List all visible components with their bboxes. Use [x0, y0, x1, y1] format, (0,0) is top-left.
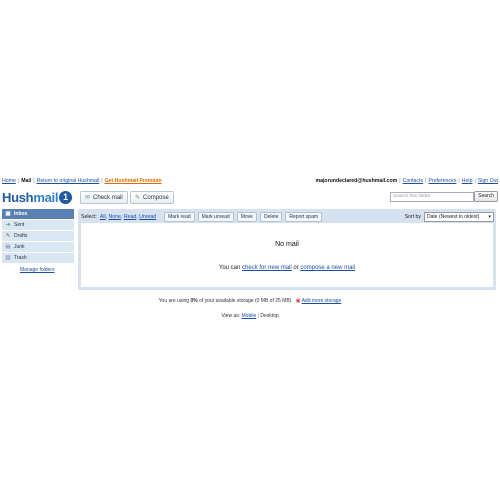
sidebar-item-label: Drafts — [14, 233, 28, 239]
envelope-icon: ✉ — [85, 195, 91, 201]
sidebar-item-drafts[interactable]: ✎ Drafts — [2, 231, 74, 242]
select-none-link[interactable]: None — [109, 214, 121, 220]
account-nav: majorundeclared@hushmail.com | Contacts | Pr… — [315, 178, 498, 184]
logo-badge-icon: 1 — [59, 190, 73, 204]
sidebar-item-trash[interactable]: ▥ Trash — [2, 253, 74, 264]
premium-link[interactable]: Get Hushmail Premium — [105, 178, 162, 184]
select-label: Select: — [81, 214, 97, 220]
manage-folders-link[interactable]: Manage folders — [20, 267, 54, 273]
search-button[interactable]: Search — [474, 191, 498, 202]
sidebar-item-label: Junk — [14, 244, 25, 250]
chevron-down-icon: ▾ — [488, 214, 491, 220]
empty-message: You can check for new mail or compose a … — [81, 265, 493, 271]
sidebar-item-inbox[interactable]: ▣ Inbox — [2, 209, 74, 220]
sidebar-item-label: Trash — [14, 255, 27, 261]
sidebar-item-junk[interactable]: ▤ Junk — [2, 242, 74, 253]
check-mail-button[interactable]: ✉ Check mail — [80, 191, 128, 204]
storage-prefix: You are using — [158, 298, 190, 304]
empty-prefix: You can — [218, 265, 241, 271]
mail-nav-current: Mail — [21, 178, 32, 184]
top-nav: Home | Mail | Return to original Hushmail | Ge… — [2, 178, 162, 184]
sidebar-item-label: Inbox — [14, 211, 28, 217]
select-unread-link[interactable]: Unread — [139, 214, 156, 220]
sent-icon: ➜ — [5, 222, 11, 228]
view-as-switcher: View as: Mobile | Desktop — [221, 313, 279, 319]
add-storage-link[interactable]: Add more storage — [302, 298, 342, 304]
report-spam-button[interactable]: Report spam — [285, 212, 323, 222]
mark-read-button[interactable]: Mark read — [164, 212, 195, 222]
contacts-link[interactable]: Contacts — [403, 178, 423, 184]
select-all-link[interactable]: All — [100, 214, 106, 220]
view-desktop-current: Desktop — [260, 313, 279, 319]
hushmail-logo[interactable]: Hush mail 1 — [2, 188, 73, 206]
move-button[interactable]: Move — [236, 212, 257, 222]
delete-button[interactable]: Delete — [259, 212, 283, 222]
preferences-link[interactable]: Preferences — [428, 178, 456, 184]
folder-sidebar: ▣ Inbox ➜ Sent ✎ Drafts ▤ Junk ▥ Trash — [2, 209, 74, 264]
storage-percent: 0% — [190, 298, 198, 304]
sort-select[interactable]: Date (Newest to oldest) ▾ — [424, 212, 494, 222]
storage-add-icon: ▣ — [295, 298, 301, 304]
sidebar-item-label: Sent — [14, 222, 25, 228]
select-read-link[interactable]: Read — [124, 214, 136, 220]
mark-unread-button[interactable]: Mark unread — [197, 212, 234, 222]
sidebar-item-sent[interactable]: ➜ Sent — [2, 220, 74, 231]
help-link[interactable]: Help — [462, 178, 473, 184]
storage-info: You are using 0% of your available stora… — [0, 298, 500, 304]
message-list — [81, 223, 493, 287]
inbox-icon: ▣ — [5, 211, 11, 217]
message-toolbar: Select: All, None, Read, Unread Mark rea… — [81, 212, 323, 222]
sign-out-link[interactable]: Sign Out — [478, 178, 498, 184]
check-new-mail-link[interactable]: check for new mail — [242, 265, 292, 271]
view-mobile-link[interactable]: Mobile — [242, 313, 257, 319]
compose-new-mail-link[interactable]: compose a new mail — [300, 265, 355, 271]
empty-title: No mail — [275, 241, 299, 248]
empty-or: or — [293, 265, 299, 271]
trash-icon: ▥ — [5, 255, 11, 261]
storage-suffix: of your available storage (0 MB of 25 MB… — [199, 298, 292, 304]
sort-value: Date (Newest to oldest) — [427, 214, 480, 220]
search-input[interactable]: Search this folder — [390, 192, 474, 202]
return-original-link[interactable]: Return to original Hushmail — [37, 178, 100, 184]
sort-label: Sort by — [404, 214, 421, 220]
compose-label: Compose — [143, 194, 169, 201]
junk-icon: ▤ — [5, 244, 11, 250]
logo-text-mail: mail — [33, 189, 59, 205]
sort-control: Sort by Date (Newest to oldest) ▾ — [405, 212, 494, 222]
check-mail-label: Check mail — [93, 194, 123, 201]
compose-icon: ✎ — [135, 195, 141, 201]
view-as-label: View as: — [221, 313, 241, 319]
drafts-icon: ✎ — [5, 233, 11, 239]
home-link[interactable]: Home — [2, 178, 16, 184]
logo-text-hush: Hush — [2, 189, 34, 205]
account-email: majorundeclared@hushmail.com — [315, 178, 398, 184]
compose-button[interactable]: ✎ Compose — [130, 191, 174, 204]
